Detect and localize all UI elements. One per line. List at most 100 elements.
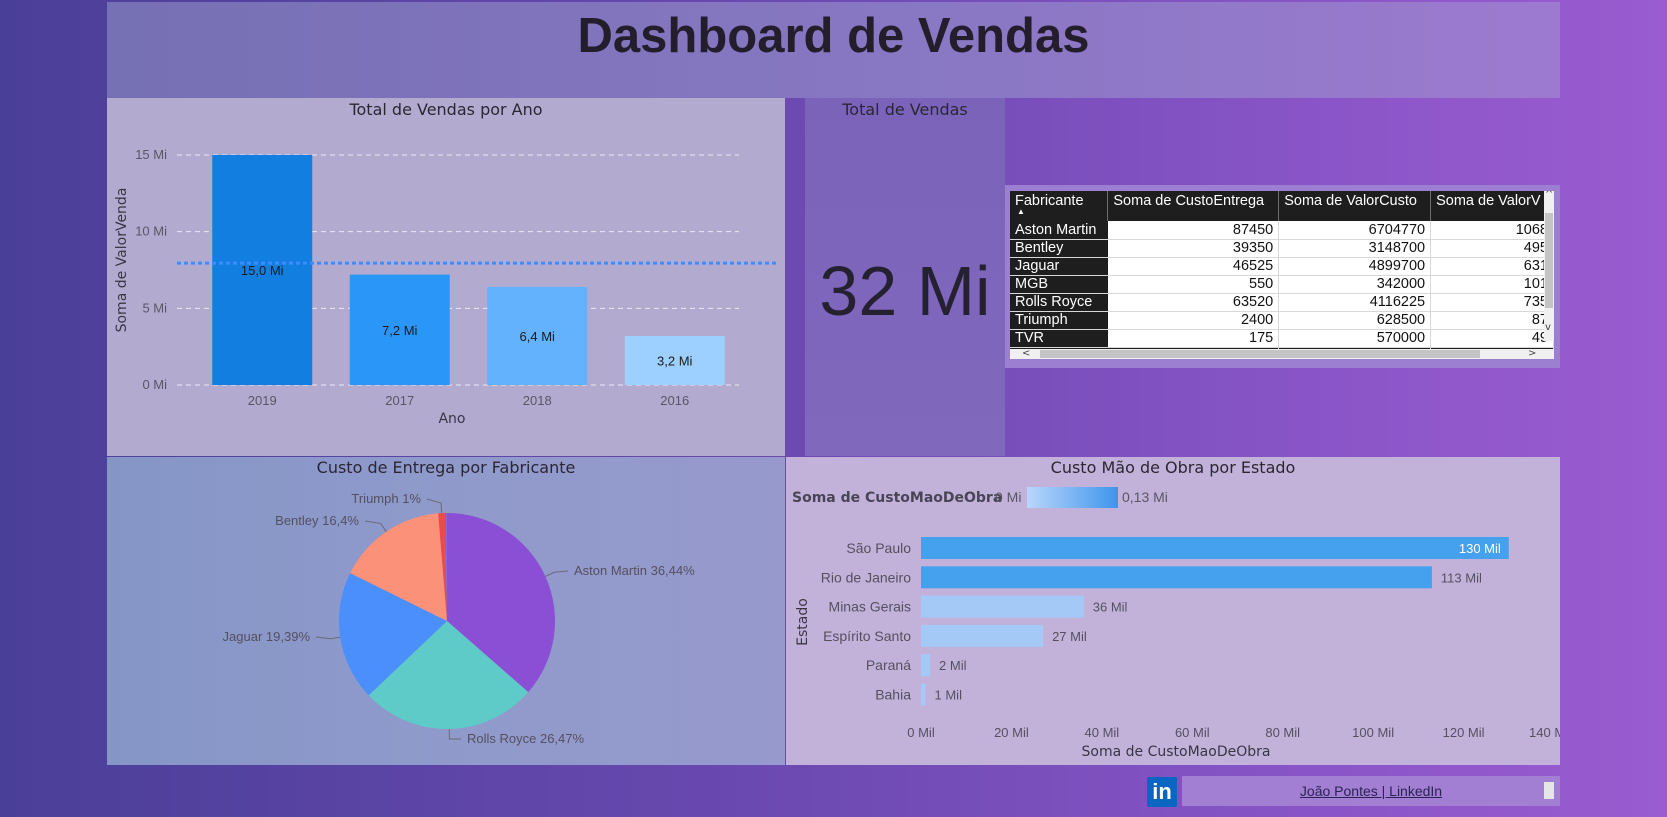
x-axis-title: Soma de CustoMaoDeObra: [1082, 744, 1271, 760]
category-label: Paraná: [866, 657, 911, 673]
table-cell-value: 4116225: [1278, 293, 1432, 312]
link-box-scrollbar[interactable]: [1544, 782, 1554, 799]
legend-min-label: 0 Mi: [995, 489, 1021, 505]
table-row[interactable]: Rolls Royce 63520 4116225 735: [1010, 293, 1554, 312]
hbar-chart-panel[interactable]: Custo Mão de Obra por Estado Soma de Cus…: [786, 457, 1560, 765]
kpi-card[interactable]: Total de Vendas 32 Mi: [805, 98, 1005, 456]
y-tick-label: 5 Mi: [142, 300, 167, 315]
pie-chart: Aston Martin 36,44% Rolls Royce 26,47% Jag…: [223, 491, 696, 746]
x-tick-label: 120 Mil: [1443, 725, 1485, 740]
column-header-valor-venda[interactable]: Soma de ValorV: [1430, 191, 1554, 221]
scroll-left-icon[interactable]: <: [1022, 349, 1030, 359]
column-header-valor-custo[interactable]: Soma de ValorCusto: [1278, 191, 1432, 221]
scroll-up-icon[interactable]: ^: [1545, 191, 1553, 200]
linkedin-link[interactable]: João Pontes | LinkedIn: [1182, 783, 1560, 799]
sales-table-container[interactable]: Fabricante ▲ Soma de CustoEntrega Soma d…: [1010, 191, 1554, 359]
scroll-right-icon[interactable]: >: [1528, 349, 1536, 359]
hbar-data-label: 2 Mil: [939, 658, 967, 673]
hbar-Paraná[interactable]: [921, 654, 931, 677]
pie-leader-line: [448, 728, 462, 740]
category-label: São Paulo: [846, 540, 911, 556]
y-axis-title: Estado: [795, 598, 811, 646]
legend-max-label: 0,13 Mi: [1122, 489, 1168, 505]
dashboard-title: Dashboard de Vendas: [577, 9, 1090, 63]
legend-title: Soma de CustoMaoDeObra: [792, 490, 1002, 506]
linkedin-link-box[interactable]: João Pontes | LinkedIn: [1182, 776, 1560, 806]
hbar-data-label: 36 Mil: [1093, 600, 1128, 615]
x-tick-label: 40 Mil: [1085, 725, 1120, 740]
table-row[interactable]: MGB 550 342000 101: [1010, 275, 1554, 294]
sales-table: Fabricante ▲ Soma de CustoEntrega Soma d…: [1010, 191, 1554, 359]
column-header-custo-entrega[interactable]: Soma de CustoEntrega: [1107, 191, 1280, 221]
pie-leader-line: [426, 498, 443, 514]
hbar-Bahia[interactable]: [921, 683, 926, 706]
pie-leader-line: [315, 636, 341, 640]
x-tick-label: 2017: [385, 393, 414, 408]
table-cell-value: 63520: [1107, 293, 1280, 312]
table-row[interactable]: Jaguar 46525 4899700 631: [1010, 257, 1554, 276]
table-cell-value: 3148700: [1278, 239, 1432, 258]
category-label: Rio de Janeiro: [821, 569, 911, 585]
bar-data-label: 6,4 Mi: [520, 329, 556, 344]
bar-data-label: 3,2 Mi: [657, 353, 693, 368]
table-cell-fabricante: Bentley: [1010, 239, 1108, 258]
table-row[interactable]: Bentley 39350 3148700 495: [1010, 239, 1554, 258]
table-cell-value: 1068: [1430, 221, 1554, 240]
horizontal-scroll-thumb[interactable]: [1040, 350, 1480, 358]
title-bar: Dashboard de Vendas: [107, 2, 1560, 98]
x-tick-label: 20 Mil: [994, 725, 1029, 740]
pie-leader-line: [545, 570, 569, 577]
table-cell-value: 6704770: [1278, 221, 1432, 240]
pie-data-label: Bentley 16,4%: [275, 513, 359, 528]
linkedin-icon[interactable]: in: [1147, 777, 1177, 807]
pie-leader-line: [364, 520, 387, 532]
hbar-data-label: 130 Mil: [1459, 541, 1501, 556]
table-cell-fabricante: Aston Martin: [1010, 221, 1108, 240]
kpi-value: 32 Mi: [819, 252, 991, 330]
table-cell-value: 631: [1430, 257, 1554, 276]
pie-data-label: Triumph 1%: [351, 491, 421, 506]
table-cell-value: 550: [1107, 275, 1280, 294]
bar-data-label: 15,0 Mi: [241, 263, 284, 278]
sort-ascending-icon: ▲: [1017, 207, 1025, 216]
table-cell-value: 570000: [1278, 329, 1432, 348]
y-tick-label: 15 Mi: [135, 147, 167, 162]
hbar-data-label: 1 Mil: [935, 688, 963, 703]
table-row[interactable]: TVR 175 570000 49: [1010, 329, 1554, 348]
hbar-Rio de Janeiro[interactable]: [921, 566, 1432, 589]
pie-chart-panel[interactable]: Custo de Entrega por Fabricante Aston Ma…: [107, 457, 785, 765]
table-vertical-scrollbar[interactable]: ^ v: [1544, 191, 1554, 341]
table-row[interactable]: Aston Martin 87450 6704770 1068: [1010, 221, 1554, 240]
hbar-data-label: 113 Mil: [1441, 570, 1482, 585]
table-cell-value: 49: [1430, 329, 1554, 348]
bar-chart-panel[interactable]: Total de Vendas por Ano 0 Mi 5 Mi 10 Mi 15 …: [107, 98, 785, 456]
table-cell-value: 87450: [1107, 221, 1280, 240]
table-cell-value: 628500: [1278, 311, 1432, 330]
x-tick-label: 2016: [660, 393, 689, 408]
hbar-data-label: 27 Mil: [1052, 629, 1087, 644]
sales-table-panel[interactable]: Fabricante ▲ Soma de CustoEntrega Soma d…: [1005, 185, 1560, 368]
table-cell-fabricante: Triumph: [1010, 311, 1108, 330]
table-row[interactable]: Triumph 2400 628500 87: [1010, 311, 1554, 330]
table-cell-value: 175: [1107, 329, 1280, 348]
table-cell-fabricante: TVR: [1010, 329, 1108, 348]
category-label: Minas Gerais: [829, 599, 911, 615]
vertical-scroll-thumb[interactable]: [1545, 213, 1553, 308]
hbar-Minas Gerais[interactable]: [921, 595, 1084, 618]
x-tick-label: 140 Mil: [1529, 725, 1560, 740]
hbar-chart: Soma de CustoMaoDeObra0 Mi 0,13 MiSão Pau…: [792, 487, 1560, 760]
hbar-São Paulo[interactable]: [921, 537, 1509, 559]
scroll-down-icon[interactable]: v: [1545, 323, 1551, 333]
x-tick-label: 2019: [248, 393, 277, 408]
pie-data-label: Rolls Royce 26,47%: [467, 731, 584, 746]
pie-data-label: Jaguar 19,39%: [223, 629, 311, 644]
table-cell-fabricante: MGB: [1010, 275, 1108, 294]
hbar-Espírito Santo[interactable]: [921, 624, 1044, 647]
column-header-fabricante[interactable]: Fabricante ▲: [1010, 191, 1109, 221]
table-cell-value: 46525: [1107, 257, 1280, 276]
color-scale-legend: [1027, 487, 1118, 508]
table-cell-fabricante: Rolls Royce: [1010, 293, 1108, 312]
table-horizontal-scrollbar[interactable]: < >: [1010, 349, 1554, 359]
table-cell-value: 87: [1430, 311, 1554, 330]
table-cell-value: 342000: [1278, 275, 1432, 294]
